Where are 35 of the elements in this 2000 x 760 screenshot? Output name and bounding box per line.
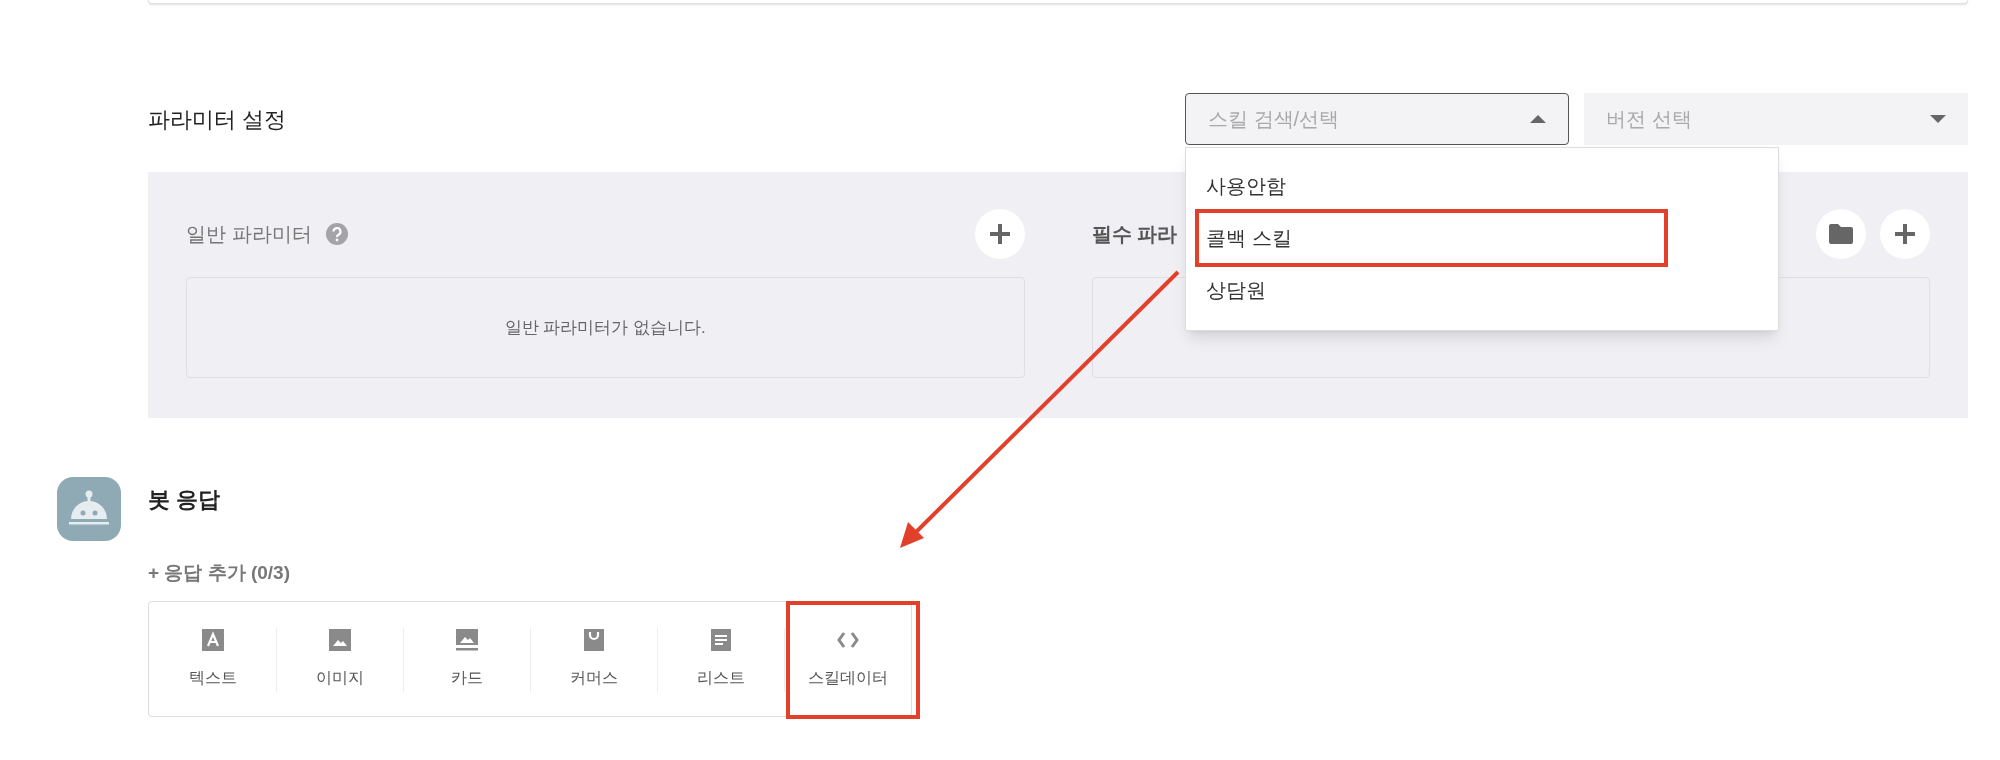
plus-icon [1893,222,1917,246]
list-icon [708,627,733,652]
response-type-item[interactable]: 텍스트 [149,601,276,716]
response-type-item[interactable]: 카드 [403,601,530,716]
response-type-item[interactable]: 이미지 [276,601,403,716]
bot-avatar [57,477,121,541]
bag-icon [581,627,606,652]
group-title: 필수 파라 [1091,222,1178,247]
item-label: 스킬데이터 [807,667,888,688]
add-button[interactable] [974,209,1025,259]
menu-item[interactable]: 사용안함 [1186,160,1778,212]
caret-icon [1530,115,1546,123]
caret-icon [1930,115,1946,123]
empty-message: 일반 파라미터가 없습니다. [504,316,706,339]
item-label: 텍스트 [188,667,237,688]
group-title: 일반 파라미터 [186,222,312,247]
item-label: 커머스 [569,667,618,688]
text-format-icon [200,627,225,652]
card-icon [454,627,479,652]
item-label: 리스트 [696,667,745,688]
item-label: 카드 [450,667,483,688]
response-type-item[interactable]: 스킬데이터 [784,601,911,716]
folder-button[interactable] [1816,209,1866,259]
plus-icon [987,222,1012,246]
response-type-item[interactable]: 커머스 [530,601,657,716]
folder-icon [1828,223,1854,245]
add-button[interactable] [1880,209,1930,259]
section-title: 파라미터 설정 [148,106,287,132]
bot-response-title: 봇 응답 [148,486,221,514]
image-icon [327,627,352,652]
menu-item[interactable]: 상담원 [1186,264,1778,316]
menu-item[interactable]: 콜백 스킬 [1186,212,1778,264]
item-label: 이미지 [315,667,364,688]
add-response-link[interactable]: + 응답 추가 (0/3) [148,559,290,588]
response-type-item[interactable]: 리스트 [657,601,784,716]
